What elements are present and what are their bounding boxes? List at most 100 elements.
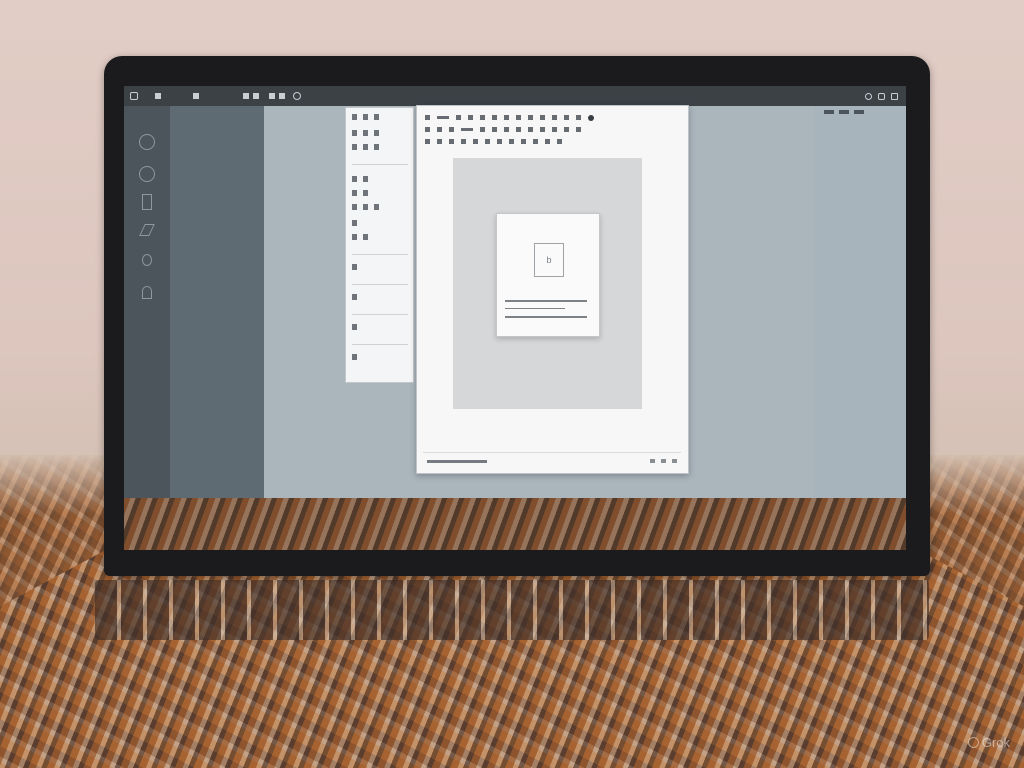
- right-toolbar-item[interactable]: [824, 110, 834, 114]
- toolbar-icon[interactable]: [449, 127, 454, 132]
- palette-row[interactable]: [352, 130, 379, 136]
- toolbar-icon[interactable]: [528, 115, 533, 120]
- palette-row[interactable]: [352, 294, 357, 300]
- file-icon[interactable]: [153, 86, 163, 106]
- palette-window: [345, 107, 414, 383]
- circle-tool-icon[interactable]: [139, 134, 155, 150]
- toolbar-icon[interactable]: [437, 139, 442, 144]
- palette-row[interactable]: [352, 220, 357, 226]
- toolbar-icon[interactable]: [425, 115, 430, 120]
- toolbar-icon[interactable]: [588, 114, 594, 121]
- right-toolbar: [824, 110, 864, 114]
- battery-icon[interactable]: [891, 92, 898, 100]
- book-icon[interactable]: [142, 194, 152, 210]
- edit-icon[interactable]: [191, 86, 201, 106]
- lock-icon[interactable]: [142, 286, 152, 299]
- toolbar-icon[interactable]: [425, 127, 430, 132]
- view-icon[interactable]: [241, 86, 261, 106]
- palette-row[interactable]: [352, 264, 357, 270]
- toolbar-icon[interactable]: [557, 139, 562, 144]
- toolbar-icon[interactable]: [509, 139, 514, 144]
- palette-row[interactable]: [352, 176, 368, 182]
- toolbar-icon[interactable]: [480, 127, 485, 132]
- zoom-in-icon[interactable]: [661, 459, 666, 463]
- toolbar-icon[interactable]: [564, 127, 569, 132]
- toolbar-icon[interactable]: [461, 139, 466, 144]
- toolbar-row: [425, 126, 581, 133]
- wifi-icon[interactable]: [878, 92, 885, 100]
- laptop-screen: b: [124, 86, 906, 498]
- toolbar-icon[interactable]: [516, 115, 521, 120]
- right-toolbar-item[interactable]: [854, 110, 864, 114]
- toolbar-row: [425, 138, 562, 145]
- toolbar-icon[interactable]: [485, 139, 490, 144]
- caption-line: [505, 300, 587, 302]
- toolbar-icon[interactable]: [449, 139, 454, 144]
- toolbar-icon[interactable]: [468, 115, 473, 120]
- toolbar-icon[interactable]: [576, 127, 581, 132]
- zoom-out-icon[interactable]: [650, 459, 655, 463]
- toolbar-icon[interactable]: [576, 115, 581, 120]
- toolbar-icon[interactable]: [425, 139, 430, 144]
- ring-tool-icon[interactable]: [139, 166, 155, 182]
- toolbar-icon[interactable]: [533, 139, 538, 144]
- toolbar-icon[interactable]: [437, 127, 442, 132]
- caption-line: [505, 308, 565, 309]
- palette-row[interactable]: [352, 354, 357, 360]
- palette-divider: [352, 254, 408, 255]
- toolbar-icon[interactable]: [461, 128, 473, 131]
- logo-icon: [967, 737, 979, 748]
- toolbar-icon[interactable]: [504, 115, 509, 120]
- watermark-text: Grok: [981, 735, 1010, 750]
- palette-divider: [352, 344, 408, 345]
- toolbar-icon[interactable]: [492, 127, 497, 132]
- right-toolbar-item[interactable]: [839, 110, 849, 114]
- fit-icon[interactable]: [672, 459, 677, 463]
- toolbar-icon[interactable]: [552, 127, 557, 132]
- toolbar-icon[interactable]: [437, 116, 449, 119]
- palette-divider: [352, 314, 408, 315]
- toolbar-icon[interactable]: [456, 115, 461, 120]
- toolbar-icon[interactable]: [473, 139, 478, 144]
- palette-row[interactable]: [352, 114, 379, 120]
- palette-row[interactable]: [352, 234, 368, 240]
- palette-divider: [352, 164, 408, 165]
- palette-row[interactable]: [352, 190, 368, 196]
- status-bar: [423, 452, 681, 469]
- lower-bezel: [124, 498, 906, 550]
- apple-icon[interactable]: [130, 86, 141, 106]
- palette-row[interactable]: [352, 324, 357, 330]
- toolbar-icon[interactable]: [564, 115, 569, 120]
- toolbar-icon[interactable]: [540, 127, 545, 132]
- toolbar-icon[interactable]: [480, 115, 485, 120]
- toolbar-icon[interactable]: [516, 127, 521, 132]
- image-card[interactable]: b: [496, 213, 600, 337]
- desktop-pane-dark: [170, 106, 264, 498]
- palette-divider: [352, 284, 408, 285]
- laptop-base: [0, 545, 1024, 768]
- status-controls: [650, 459, 677, 463]
- status-text: [427, 459, 487, 463]
- palette-row[interactable]: [352, 204, 379, 210]
- toolbar-row: [425, 114, 594, 121]
- pen-icon[interactable]: [139, 224, 155, 236]
- toolbar-icon[interactable]: [540, 115, 545, 120]
- palette-row[interactable]: [352, 144, 379, 150]
- toolbar-icon[interactable]: [545, 139, 550, 144]
- toolbar-icon[interactable]: [492, 115, 497, 120]
- brush-icon[interactable]: [142, 254, 152, 266]
- toolbar-icon[interactable]: [528, 127, 533, 132]
- toolbar-icon[interactable]: [504, 127, 509, 132]
- toolbar-icon[interactable]: [552, 115, 557, 120]
- status-area: [859, 92, 898, 100]
- document-window: b: [416, 105, 689, 474]
- image-placeholder-icon: b: [534, 243, 564, 277]
- tool-dock: [124, 106, 170, 498]
- caption-line: [505, 316, 587, 318]
- help-icon[interactable]: [293, 86, 304, 106]
- search-icon[interactable]: [865, 92, 872, 100]
- toolbar-icon[interactable]: [497, 139, 502, 144]
- toolbar-icon[interactable]: [521, 139, 526, 144]
- scene: b Grok: [0, 0, 1024, 768]
- window-icon[interactable]: [267, 86, 287, 106]
